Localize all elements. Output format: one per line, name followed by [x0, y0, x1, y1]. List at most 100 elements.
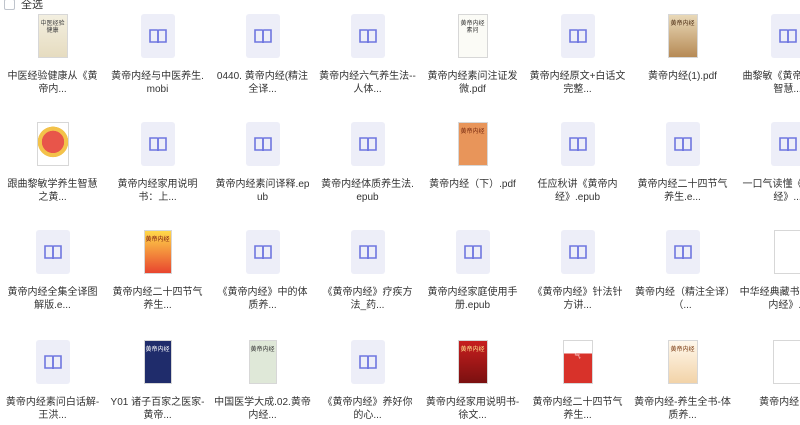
book-icon	[253, 28, 272, 44]
file-thumbnail	[210, 116, 315, 172]
file-thumbnail	[735, 8, 800, 64]
file-name-label: 中华经典藏书+《黄帝内经》...	[739, 287, 800, 311]
file-name-label: 黄帝内经(1).pdf	[648, 71, 717, 82]
book-cover-image: 黄帝内经	[667, 14, 698, 58]
file-item[interactable]: 黄帝内经家用说明书：上...	[105, 116, 210, 216]
ebook-file-icon	[560, 14, 595, 58]
ebook-file-icon	[455, 230, 490, 274]
ebook-file-icon	[665, 122, 700, 166]
file-thumbnail: 黄帝内经	[210, 334, 315, 390]
file-item[interactable]: 《黄帝内经》养好你的心...	[315, 334, 420, 425]
book-cover-image: 黄帝内经	[457, 122, 488, 166]
file-item[interactable]: 《黄帝内经》疗疾方法_药...	[315, 224, 420, 324]
book-cover-image: 黄帝内经	[667, 340, 698, 384]
cover-title-text: 黄帝内经素问	[460, 21, 485, 34]
file-item[interactable]: 黄帝内经（精注全译）（...	[630, 224, 735, 324]
file-item[interactable]: 中华经典藏书+《黄帝内经》...	[735, 224, 800, 324]
book-icon	[778, 136, 797, 152]
file-item[interactable]: 黄帝内经素问 黄帝内经素问注证发微.pdf	[420, 8, 525, 108]
ebook-file-icon	[245, 122, 280, 166]
file-thumbnail: 黄帝内经	[420, 116, 525, 172]
file-name-label: Y01 诸子百家之医家-黄帝...	[110, 397, 205, 421]
file-item[interactable]: 黄帝内经与中医养生.mobi	[105, 8, 210, 108]
file-item[interactable]: 任应秋讲《黄帝内经》.epub	[525, 116, 630, 216]
file-name-label: 任应秋讲《黄帝内经》.epub	[537, 179, 618, 203]
ebook-file-icon	[245, 230, 280, 274]
file-name-label: 中国医学大成.02.黄帝内经...	[214, 397, 311, 421]
file-item[interactable]: 跟曲黎敏学养生智慧之黄...	[0, 116, 105, 216]
file-name-label: 黄帝内经二十四节气养生...	[532, 397, 623, 421]
ebook-file-icon	[665, 230, 700, 274]
file-name-label: 一口气读懂《黄帝内经》...	[742, 179, 800, 203]
file-thumbnail	[630, 116, 735, 172]
file-name-label: 黄帝内经-养生全书-体质养...	[634, 397, 731, 421]
ebook-file-icon	[245, 14, 280, 58]
book-icon	[43, 354, 62, 370]
ebook-file-icon	[140, 14, 175, 58]
file-name-label: 黄帝内经二十四节气养生...	[112, 287, 203, 311]
cover-title-text: 中医经验健康	[40, 21, 65, 34]
book-icon	[358, 354, 377, 370]
file-name-label: 黄帝内经家用说明书-徐文...	[425, 397, 520, 421]
file-name-label: 黄帝内经六气养生法--人体...	[319, 71, 416, 95]
book-icon	[778, 28, 797, 44]
book-cover-image: 中医经验健康	[37, 14, 68, 58]
file-thumbnail	[420, 224, 525, 280]
file-item[interactable]: 黄帝内经黄帝内经家用说明书-徐文...	[420, 334, 525, 425]
file-thumbnail	[735, 116, 800, 172]
file-item[interactable]: 黄帝内经全集全译图解版.e...	[0, 224, 105, 324]
file-name-label: 黄帝内经体质养生法.epub	[321, 179, 414, 203]
file-thumbnail	[630, 224, 735, 280]
book-cover-image	[773, 230, 800, 274]
file-item[interactable]: 黄帝内经家庭使用手册.epub	[420, 224, 525, 324]
file-thumbnail: 黄帝内经	[420, 334, 525, 390]
book-icon	[673, 136, 692, 152]
file-thumbnail	[525, 116, 630, 172]
file-item[interactable]: 曲黎敏《黄帝内经》智慧...	[735, 8, 800, 108]
file-item[interactable]: 黄帝内经.pdf	[735, 334, 800, 425]
file-item[interactable]: 黄帝内经二十四节气养生.e...	[630, 116, 735, 216]
file-thumbnail	[735, 334, 800, 390]
file-name-label: 黄帝内经.pdf	[759, 397, 800, 408]
file-item[interactable]: 黄帝内经原文+白话文完整...	[525, 8, 630, 108]
book-icon	[148, 136, 167, 152]
file-item[interactable]: 《黄帝内经》中的体质养...	[210, 224, 315, 324]
file-item[interactable]: 二十四节气 黄帝内经二十四节气养生...	[525, 334, 630, 425]
file-thumbnail	[105, 8, 210, 64]
file-thumbnail: 黄帝内经	[630, 334, 735, 390]
book-icon	[358, 28, 377, 44]
file-thumbnail	[0, 224, 105, 280]
file-name-label: 《黄帝内经》养好你的心...	[322, 397, 413, 421]
file-name-label: 《黄帝内经》中的体质养...	[217, 287, 308, 311]
book-cover-image: 黄帝内经素问	[457, 14, 488, 58]
file-item[interactable]: 0440. 黄帝内经(精注全译...	[210, 8, 315, 108]
book-cover-image: 黄帝内经	[143, 230, 172, 274]
file-item[interactable]: 黄帝内经黄帝内经(1).pdf	[630, 8, 735, 108]
cover-title-text: 黄帝内经	[145, 347, 170, 353]
file-name-label: 黄帝内经（精注全译）（...	[635, 287, 730, 311]
file-thumbnail: 中医经验健康	[0, 8, 105, 64]
file-name-label: 黄帝内经全集全译图解版.e...	[7, 287, 98, 311]
book-icon	[673, 244, 692, 260]
cover-title-text: 黄帝内经	[460, 129, 485, 135]
file-item[interactable]: 黄帝内经素问译释.epub	[210, 116, 315, 216]
file-item[interactable]: 黄帝内经素问白话解-王洪...	[0, 334, 105, 425]
file-item[interactable]: 黄帝内经体质养生法.epub	[315, 116, 420, 216]
file-name-label: 黄帝内经素问译释.epub	[215, 179, 310, 203]
file-item[interactable]: 中医经验健康 中医经验健康从《黄帝内...	[0, 8, 105, 108]
file-item[interactable]: 黄帝内经 Y01 诸子百家之医家-黄帝...	[105, 334, 210, 425]
file-thumbnail	[315, 224, 420, 280]
file-item[interactable]: 黄帝内经黄帝内经二十四节气养生...	[105, 224, 210, 324]
file-thumbnail	[315, 116, 420, 172]
file-item[interactable]: 黄帝内经黄帝内经-养生全书-体质养...	[630, 334, 735, 425]
file-thumbnail	[315, 8, 420, 64]
book-icon	[568, 136, 587, 152]
file-name-label: 《黄帝内经》疗疾方法_药...	[322, 287, 413, 311]
file-item[interactable]: 黄帝内经 黄帝内经（下）.pdf	[420, 116, 525, 216]
file-item[interactable]: 黄帝内经六气养生法--人体...	[315, 8, 420, 108]
file-item[interactable]: 黄帝内经中国医学大成.02.黄帝内经...	[210, 334, 315, 425]
file-item[interactable]: 一口气读懂《黄帝内经》...	[735, 116, 800, 216]
book-icon	[358, 136, 377, 152]
ebook-file-icon	[560, 122, 595, 166]
file-item[interactable]: 《黄帝内经》针法针方讲...	[525, 224, 630, 324]
